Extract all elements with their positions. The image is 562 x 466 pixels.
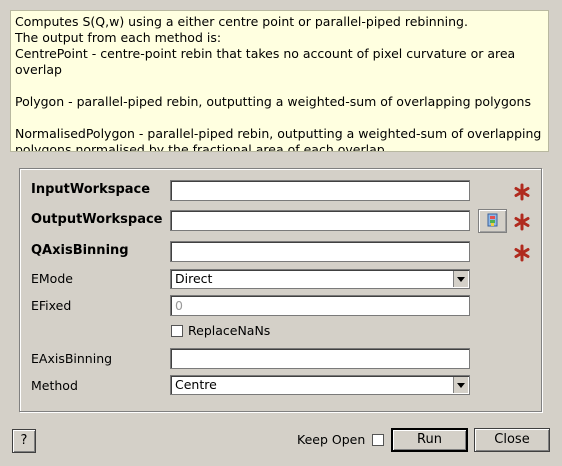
method-value: Centre	[175, 377, 217, 392]
qaxis-binning-field[interactable]	[170, 241, 470, 262]
algorithm-description: Computes S(Q,w) using a either centre po…	[10, 10, 549, 152]
emode-select[interactable]: Direct	[170, 269, 470, 289]
efixed-label: EFixed	[31, 298, 72, 313]
required-asterisk-icon	[514, 213, 530, 231]
chevron-down-icon[interactable]	[453, 271, 468, 287]
eaxis-binning-field[interactable]	[170, 348, 470, 369]
output-workspace-label: OutputWorkspace	[31, 212, 163, 227]
qaxis-binning-label: QAxisBinning	[31, 243, 129, 258]
efixed-field[interactable]: 0	[170, 295, 470, 316]
algorithm-dialog: Computes S(Q,w) using a either centre po…	[0, 0, 562, 466]
close-button[interactable]: Close	[474, 428, 550, 452]
keep-open-label: Keep Open	[297, 432, 366, 447]
chevron-down-icon[interactable]	[453, 377, 468, 393]
emode-value: Direct	[175, 271, 213, 286]
keep-open-checkbox[interactable]	[372, 434, 384, 446]
help-button[interactable]: ?	[12, 429, 36, 453]
required-asterisk-icon	[514, 183, 530, 201]
input-workspace-field[interactable]	[170, 180, 470, 201]
input-workspace-label: InputWorkspace	[31, 182, 151, 197]
emode-label: EMode	[31, 271, 73, 286]
method-select[interactable]: Centre	[170, 375, 470, 395]
output-workspace-field[interactable]	[170, 210, 470, 231]
replace-nans-label: ReplaceNaNs	[188, 323, 271, 338]
required-asterisk-icon	[514, 244, 530, 262]
eaxis-binning-label: EAxisBinning	[31, 351, 113, 366]
browse-workspace-button[interactable]	[478, 209, 507, 233]
replace-nans-checkbox[interactable]	[171, 325, 183, 337]
run-button[interactable]: Run	[391, 428, 468, 452]
method-label: Method	[31, 378, 78, 393]
browse-workspace-icon	[487, 213, 498, 227]
